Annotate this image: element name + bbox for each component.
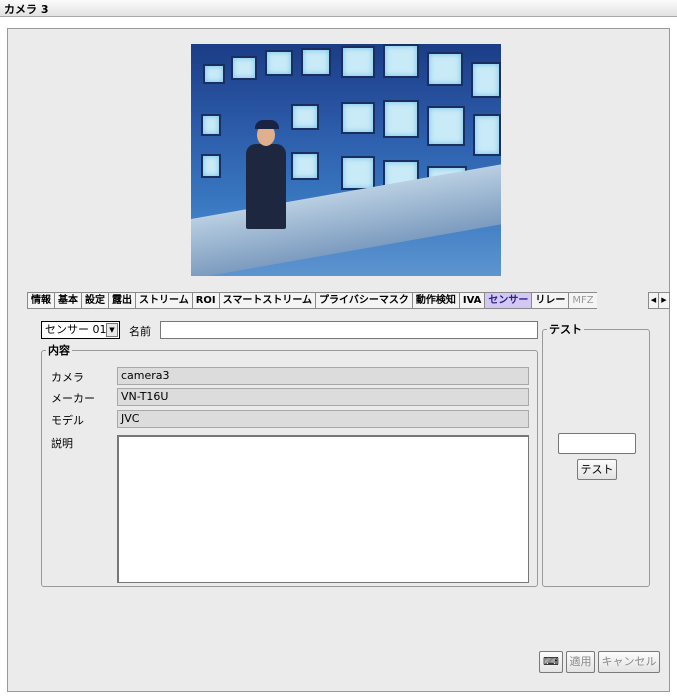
keyboard-icon[interactable]: ⌨ [539,651,563,673]
test-legend: テスト [549,323,582,336]
camera-label: カメラ [51,371,84,384]
content-group: 内容 カメラ camera3 メーカー VN-T16U モデル JVC 説明 [41,342,538,587]
test-button[interactable]: テスト [577,459,617,480]
maker-field: VN-T16U [117,388,529,406]
name-label: 名前 [129,325,151,338]
tab-bar: 情報 基本 設定 露出 ストリーム ROI スマートストリーム プライバシーマス… [27,292,597,309]
tab-smart-stream[interactable]: スマートストリーム [218,292,316,309]
test-group: テスト テスト [542,321,650,587]
tab-exposure[interactable]: 露出 [108,292,135,309]
model-field: JVC [117,410,529,428]
tab-roi[interactable]: ROI [191,292,219,309]
tab-iva[interactable]: IVA [458,292,485,309]
apply-button[interactable]: 適用 [566,651,595,673]
window-titlebar: カメラ 3 [0,0,677,17]
cancel-button[interactable]: キャンセル [598,651,660,673]
tab-settings[interactable]: 設定 [81,292,108,309]
tab-info[interactable]: 情報 [27,292,54,309]
maker-label: メーカー [51,392,95,405]
sensor-select-value: センサー 01 [45,323,107,336]
content-legend: 内容 [48,344,70,357]
camera-field: camera3 [117,367,529,385]
sensor-panel: センサー 01 ▼ 名前 内容 カメラ camera3 メーカー VN-T16U… [28,310,665,647]
name-input[interactable] [160,321,538,339]
model-label: モデル [51,414,84,427]
tab-sensor[interactable]: センサー [484,292,532,309]
tab-scroll-right-icon[interactable]: ▶ [659,292,670,309]
description-textarea[interactable] [117,435,529,583]
tab-scroll-arrows: ◀ ▶ [648,292,670,309]
test-input[interactable] [558,433,636,454]
description-label: 説明 [51,437,73,450]
tab-basic[interactable]: 基本 [54,292,81,309]
window-title: カメラ 3 [4,3,49,16]
tab-relay[interactable]: リレー [531,292,569,309]
chevron-down-icon[interactable]: ▼ [106,323,118,337]
tab-mfz[interactable]: MFZ [568,292,597,309]
tab-stream[interactable]: ストリーム [135,292,192,309]
tab-privacy-mask[interactable]: プライバシーマスク [315,292,412,309]
tab-motion-detection[interactable]: 動作検知 [411,292,459,309]
sensor-select[interactable]: センサー 01 ▼ [41,321,120,339]
camera-settings-window: 情報 基本 設定 露出 ストリーム ROI スマートストリーム プライバシーマス… [7,28,670,692]
camera-preview-image [191,44,501,276]
tab-scroll-left-icon[interactable]: ◀ [648,292,659,309]
